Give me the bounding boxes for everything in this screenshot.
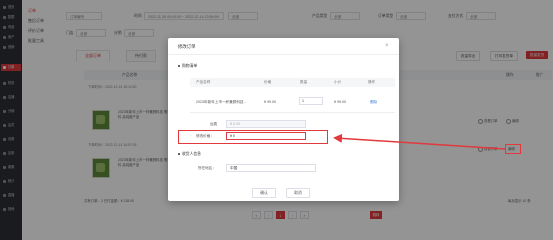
annotation-arrow [333,133,506,150]
